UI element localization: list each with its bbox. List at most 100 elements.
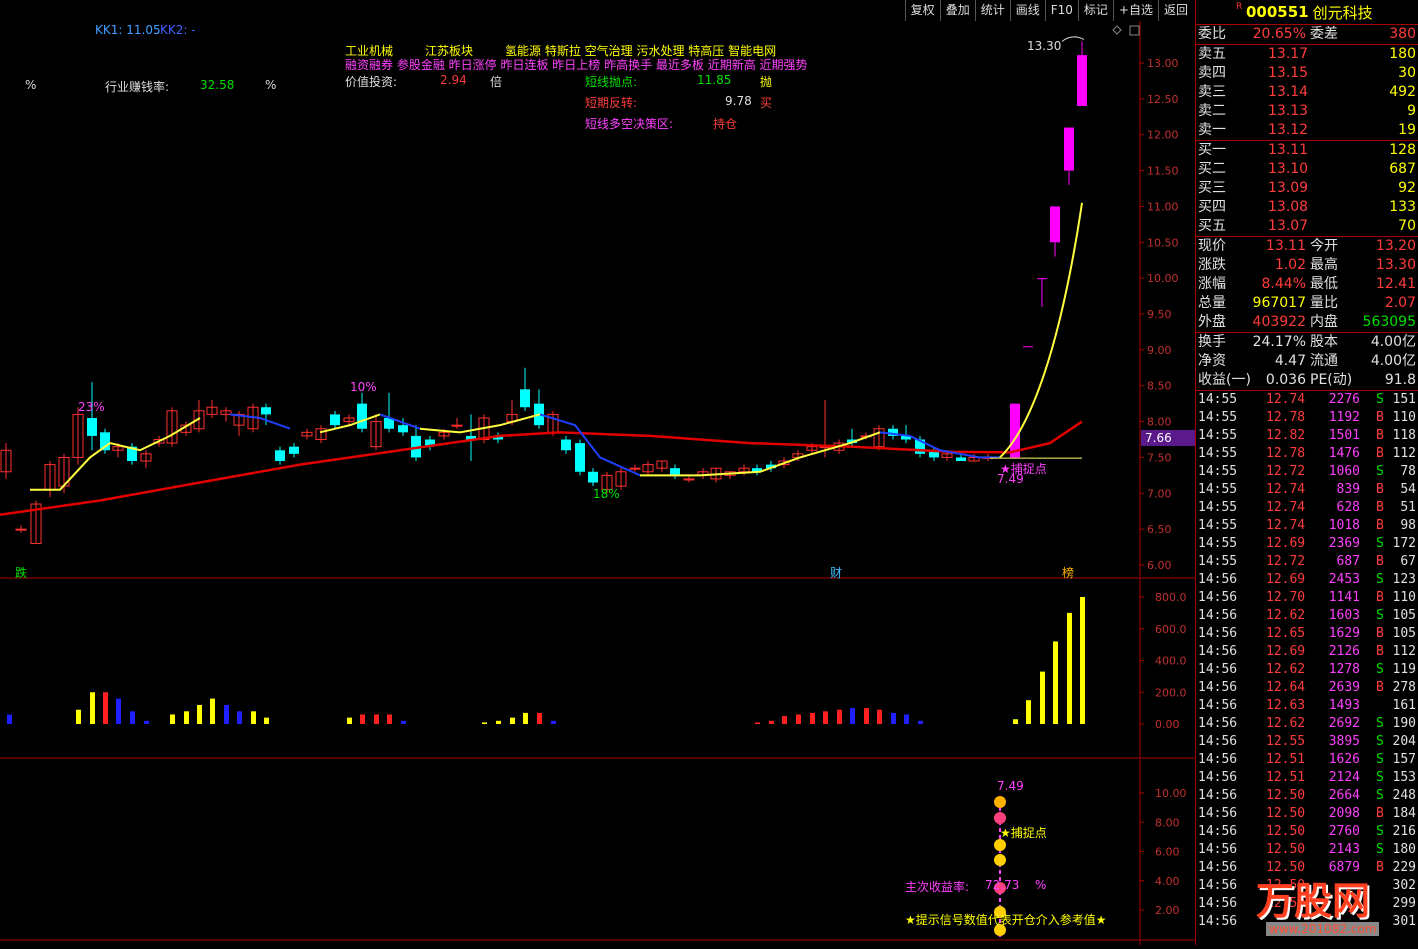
tick-row[interactable]: 14:56 12.50 2760 S 216 [1196, 823, 1418, 841]
bid-price: 13.07 [1268, 218, 1309, 234]
volume-bar [891, 712, 896, 724]
ask-book: 卖五 13.17 180 卖四 13.15 30 卖三 13.14 492 卖二… [1196, 45, 1418, 141]
candle-body [956, 457, 966, 462]
tick-row[interactable]: 14:55 12.78 1192 B 110 [1196, 409, 1418, 427]
tick-volume: 1278 [1328, 662, 1360, 677]
tick-side: B [1376, 680, 1384, 695]
tick-row[interactable]: 14:55 12.74 1018 B 98 [1196, 517, 1418, 535]
tick-count: 98 [1400, 518, 1416, 533]
volume-bar [374, 714, 379, 724]
toolbar-stats-button[interactable]: 统计 [974, 0, 1010, 21]
tick-row[interactable]: 14:56 12.62 1603 S 105 [1196, 607, 1418, 625]
bid-row[interactable]: 买二 13.10 687 [1196, 160, 1418, 179]
signal-emoji-icon [994, 796, 1006, 808]
pct-label: % [25, 78, 37, 92]
tick-row[interactable]: 14:56 12.51 2124 S 153 [1196, 769, 1418, 787]
tick-price: 12.50 [1266, 842, 1306, 857]
tick-row[interactable]: 14:56 12.51 1626 S 157 [1196, 751, 1418, 769]
toolbar-mark-button[interactable]: 标记 [1077, 0, 1113, 21]
tick-row[interactable]: 14:56 12.50 2098 B 184 [1196, 805, 1418, 823]
tick-row[interactable]: 14:56 12.63 1493 161 [1196, 697, 1418, 715]
industry-label: 行业赚钱率: [105, 80, 170, 94]
toolbar-f10-button[interactable]: F10 [1044, 0, 1078, 21]
tick-row[interactable]: 14:56 12.62 2692 S 190 [1196, 715, 1418, 733]
volume-bar [76, 709, 81, 724]
indicator-capture-label: ★捕捉点 [1000, 826, 1047, 840]
toolbar-overlay-button[interactable]: 叠加 [939, 0, 975, 21]
price-marker-box: 7.66 [1141, 430, 1195, 446]
tick-list[interactable]: 14:55 12.74 2276 S 151 14:55 12.78 1192 … [1196, 391, 1418, 931]
tick-row[interactable]: 14:55 12.72 687 B 67 [1196, 553, 1418, 571]
tick-row[interactable]: 14:56 12.50 2664 S 248 [1196, 787, 1418, 805]
tick-row[interactable]: 14:56 12.70 1141 B 110 [1196, 589, 1418, 607]
bid-volume: 133 [1389, 199, 1416, 215]
tick-row[interactable]: 14:56 12.69 2453 S 123 [1196, 571, 1418, 589]
tick-time: 14:56 [1198, 914, 1238, 929]
tick-row[interactable]: 14:56 12.55 3895 S 204 [1196, 733, 1418, 751]
tick-time: 14:56 [1198, 806, 1238, 821]
value-unit: 倍 [490, 75, 503, 89]
candle-body [357, 403, 367, 429]
tick-row[interactable]: 14:55 12.74 628 B 51 [1196, 499, 1418, 517]
candle-body [15, 528, 27, 531]
tick-row[interactable]: 14:56 12.69 2126 B 112 [1196, 643, 1418, 661]
fund-row: 净资 4.47 流通 4.00亿 [1196, 352, 1418, 371]
kk1-label: KK1: 11.05 [95, 23, 161, 37]
stock-name[interactable]: 创元科技 [1313, 2, 1373, 23]
ma-blue-line [539, 413, 641, 477]
tick-price: 12.50 [1266, 806, 1306, 821]
tick-price: 12.72 [1266, 554, 1306, 569]
tick-volume: 839 [1336, 482, 1360, 497]
tick-volume: 628 [1336, 500, 1360, 515]
tick-row[interactable]: 14:55 12.69 2369 S 172 [1196, 535, 1418, 553]
quote-row-label: 现价 [1198, 238, 1226, 254]
volume-bar [864, 708, 869, 724]
tick-row[interactable]: 14:56 12.64 2639 B 278 [1196, 679, 1418, 697]
bid-label: 买一 [1198, 142, 1226, 158]
volume-bar [170, 714, 175, 724]
toolbar-restore-rights-button[interactable]: 复权 [904, 0, 940, 21]
tick-row[interactable]: 14:55 12.78 1476 B 112 [1196, 445, 1418, 463]
weibi-value: 20.65% [1252, 26, 1306, 42]
tick-volume: 2453 [1328, 572, 1360, 587]
ask-row[interactable]: 卖三 13.14 492 [1196, 83, 1418, 102]
ask-row[interactable]: 卖一 13.12 19 [1196, 121, 1418, 140]
toolbar-draw-button[interactable]: 画线 [1009, 0, 1045, 21]
candle-body [289, 446, 299, 454]
fund-row-label2: 流通 [1310, 353, 1338, 369]
industry-unit: % [265, 78, 277, 92]
volume-bar [7, 714, 12, 724]
tick-row[interactable]: 14:55 12.74 2276 S 151 [1196, 391, 1418, 409]
fund-row-value2: 4.00亿 [1370, 353, 1416, 369]
ask-row[interactable]: 卖五 13.17 180 [1196, 45, 1418, 64]
toolbar-add-watchlist-button[interactable]: +自选 [1112, 0, 1158, 21]
bid-row[interactable]: 买四 13.08 133 [1196, 198, 1418, 217]
quote-row-value2: 2.07 [1384, 295, 1416, 311]
tick-time: 14:56 [1198, 626, 1238, 641]
tick-row[interactable]: 14:55 12.72 1060 S 78 [1196, 463, 1418, 481]
fund-row-label: 收益(一) [1198, 372, 1251, 388]
bid-row[interactable]: 买五 13.07 70 [1196, 217, 1418, 236]
tick-row[interactable]: 14:55 12.74 839 B 54 [1196, 481, 1418, 499]
bid-label: 买五 [1198, 218, 1226, 234]
tick-row[interactable]: 14:55 12.82 1501 B 118 [1196, 427, 1418, 445]
ask-row[interactable]: 卖四 13.15 30 [1196, 64, 1418, 83]
tick-side: S [1376, 572, 1384, 587]
bid-row[interactable]: 买三 13.09 92 [1196, 179, 1418, 198]
kline-chart-area[interactable]: 13.00 12.50 12.00 11.50 11.00 10.50 10.00 9.50 9… [0, 0, 1195, 945]
ask-volume: 180 [1389, 46, 1416, 62]
volume-bar [918, 720, 923, 724]
tick-row[interactable]: 14:56 12.62 1278 S 119 [1196, 661, 1418, 679]
stock-code[interactable]: 000551 [1246, 3, 1309, 21]
quote-row: 涨幅 8.44% 最低 12.41 [1196, 275, 1418, 294]
bid-book: 买一 13.11 128 买二 13.10 687 买三 13.09 92 买四… [1196, 141, 1418, 237]
ask-row[interactable]: 卖二 13.13 9 [1196, 102, 1418, 121]
toolbar-back-button[interactable]: 返回 [1157, 0, 1193, 21]
volume-bar [237, 711, 242, 724]
price-axis-label: 10.00 [1147, 272, 1179, 285]
tick-row[interactable]: 14:56 12.50 2143 S 180 [1196, 841, 1418, 859]
fund-row-value2: 4.00亿 [1370, 334, 1416, 350]
volume-bar [551, 720, 556, 724]
tick-row[interactable]: 14:56 12.65 1629 B 105 [1196, 625, 1418, 643]
bid-row[interactable]: 买一 13.11 128 [1196, 141, 1418, 160]
